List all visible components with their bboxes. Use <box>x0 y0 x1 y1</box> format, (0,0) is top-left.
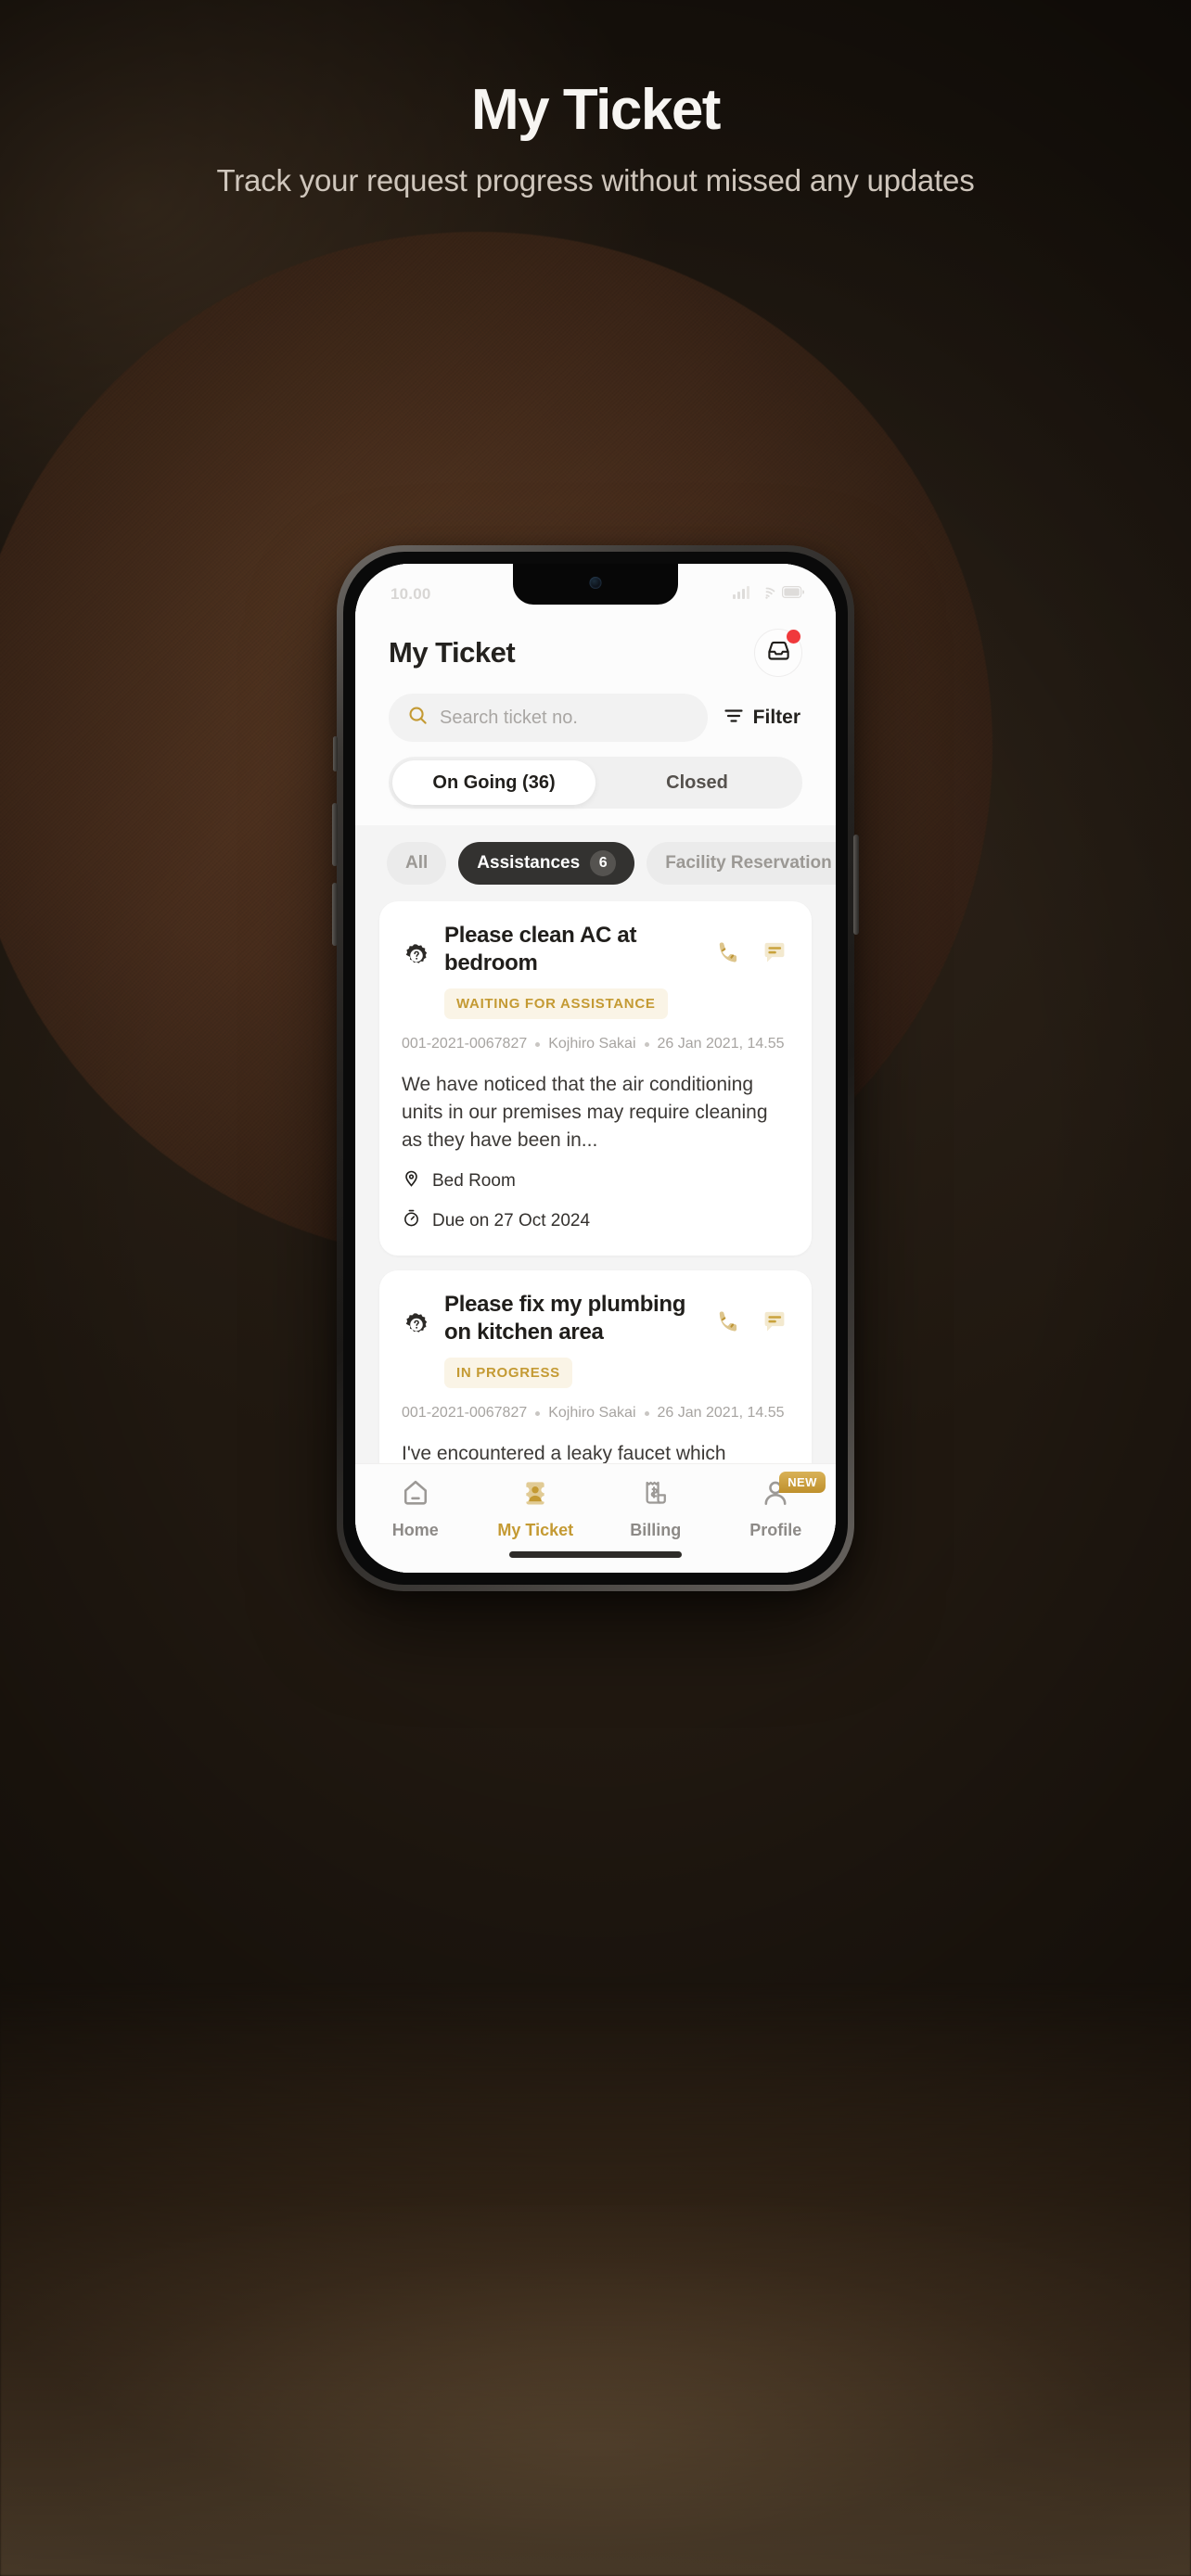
ticket-user-icon <box>519 1477 551 1513</box>
inbox-icon <box>766 638 791 668</box>
ticket-actions <box>713 922 789 973</box>
ticket-description: I've encountered a leaky faucet which ca… <box>402 1443 726 1463</box>
filter-label: Filter <box>752 707 800 728</box>
status-bar-icons <box>733 585 805 604</box>
chip-assistances[interactable]: Assistances 6 <box>458 842 635 885</box>
chat-icon[interactable] <box>760 1307 789 1342</box>
cellular-signal-icon <box>733 585 751 604</box>
ticket-title: Please fix my plumbing on kitchen area <box>444 1292 686 1345</box>
tab-ongoing[interactable]: On Going (36) <box>392 760 596 805</box>
ticket-location: Bed Room <box>432 1170 516 1191</box>
ticket-title: Please clean AC at bedroom <box>444 923 637 976</box>
notification-dot <box>787 630 800 644</box>
ticket-location-row: Bed Room <box>402 1168 789 1193</box>
ticket-card[interactable]: Please fix my plumbing on kitchen area I… <box>379 1270 812 1463</box>
ticket-datetime: 26 Jan 2021, 14.55 <box>657 1405 785 1422</box>
nav-item-profile[interactable]: NEW Profile <box>716 1472 837 1540</box>
ticket-due-date: Due on 27 Oct 2024 <box>432 1210 591 1231</box>
app-header: My Ticket <box>355 612 836 684</box>
chat-icon[interactable] <box>760 938 789 973</box>
ticket-actions <box>713 1291 789 1342</box>
nav-label: Home <box>391 1521 439 1539</box>
ticket-description: We have noticed that the air conditionin… <box>402 1074 768 1151</box>
phone-icon[interactable] <box>713 1307 743 1342</box>
receipt-icon <box>640 1477 672 1513</box>
location-pin-icon <box>402 1168 421 1193</box>
chip-label: All <box>405 853 429 873</box>
battery-icon <box>782 586 805 603</box>
ticket-meta: 001-2021-0067827 Kojhiro Sakai 26 Jan 20… <box>402 1036 789 1052</box>
search-placeholder: Search ticket no. <box>440 707 578 728</box>
gear-question-icon <box>402 1291 431 1339</box>
filter-icon <box>723 705 745 732</box>
ticket-card[interactable]: Please clean AC at bedroom WAITING FOR A… <box>379 901 812 1256</box>
nav-item-home[interactable]: Home <box>355 1477 476 1540</box>
bottom-navigation: Home My Ticket Billing NEW Profile <box>355 1463 836 1573</box>
phone-mockup: 10.00 My Ticket Search ticket no. Filter… <box>332 545 859 1591</box>
home-icon <box>400 1477 431 1513</box>
nav-label: Billing <box>630 1521 682 1539</box>
timer-icon <box>402 1208 421 1233</box>
phone-bezel: 10.00 My Ticket Search ticket no. Filter… <box>343 552 848 1585</box>
search-input[interactable]: Search ticket no. <box>389 694 708 742</box>
phone-screen: 10.00 My Ticket Search ticket no. Filter… <box>355 564 836 1573</box>
search-row: Search ticket no. Filter <box>355 684 836 757</box>
phone-notch <box>513 564 678 605</box>
phone-volume-down-button <box>332 883 338 946</box>
home-indicator <box>509 1551 682 1558</box>
meta-separator <box>644 1410 649 1416</box>
status-badge: WAITING FOR ASSISTANCE <box>444 988 668 1019</box>
ticket-requester: Kojhiro Sakai <box>548 1405 636 1422</box>
chip-all[interactable]: All <box>387 842 447 885</box>
meta-separator <box>535 1410 541 1416</box>
phone-icon[interactable] <box>713 938 743 973</box>
new-badge: NEW <box>779 1472 826 1493</box>
chip-count-badge: 6 <box>590 850 617 876</box>
category-chip-row[interactable]: All Assistances 6 Facility Reservation 4… <box>355 825 836 901</box>
phone-volume-up-button <box>332 803 338 866</box>
ticket-list[interactable]: Please clean AC at bedroom WAITING FOR A… <box>355 901 836 1463</box>
nav-item-billing[interactable]: Billing <box>596 1477 716 1540</box>
ticket-requester: Kojhiro Sakai <box>548 1036 636 1052</box>
segmented-tabs: On Going (36) Closed <box>355 757 836 825</box>
meta-separator <box>644 1041 649 1047</box>
chip-facility-reservation[interactable]: Facility Reservation 4 <box>647 842 836 885</box>
ticket-number: 001-2021-0067827 <box>402 1405 528 1422</box>
chip-label: Assistances <box>477 853 581 873</box>
ticket-meta: 001-2021-0067827 Kojhiro Sakai 26 Jan 20… <box>402 1405 789 1422</box>
hero-section: My Ticket Track your request progress wi… <box>0 80 1191 201</box>
gear-question-icon <box>402 922 431 970</box>
tab-closed[interactable]: Closed <box>596 760 799 805</box>
filter-button[interactable]: Filter <box>723 705 802 732</box>
hero-subtitle: Track your request progress without miss… <box>216 163 975 198</box>
inbox-button[interactable] <box>754 629 802 677</box>
page-title: My Ticket <box>389 636 516 669</box>
phone-mute-switch <box>333 736 338 772</box>
nav-label: Profile <box>749 1521 802 1539</box>
ticket-number: 001-2021-0067827 <box>402 1036 528 1052</box>
search-icon <box>407 705 429 731</box>
nav-label: My Ticket <box>497 1521 574 1539</box>
phone-power-button <box>853 835 859 935</box>
meta-separator <box>535 1041 541 1047</box>
front-camera-icon <box>589 577 602 589</box>
status-bar: 10.00 <box>355 564 836 612</box>
wifi-icon <box>758 586 775 604</box>
status-bar-time: 10.00 <box>391 585 431 603</box>
status-badge: IN PROGRESS <box>444 1358 572 1389</box>
nav-item-my-ticket[interactable]: My Ticket <box>476 1477 596 1540</box>
ticket-datetime: 26 Jan 2021, 14.55 <box>657 1036 785 1052</box>
chip-label: Facility Reservation <box>665 853 832 873</box>
ticket-due-row: Due on 27 Oct 2024 <box>402 1208 789 1233</box>
hero-title: My Ticket <box>471 78 721 142</box>
